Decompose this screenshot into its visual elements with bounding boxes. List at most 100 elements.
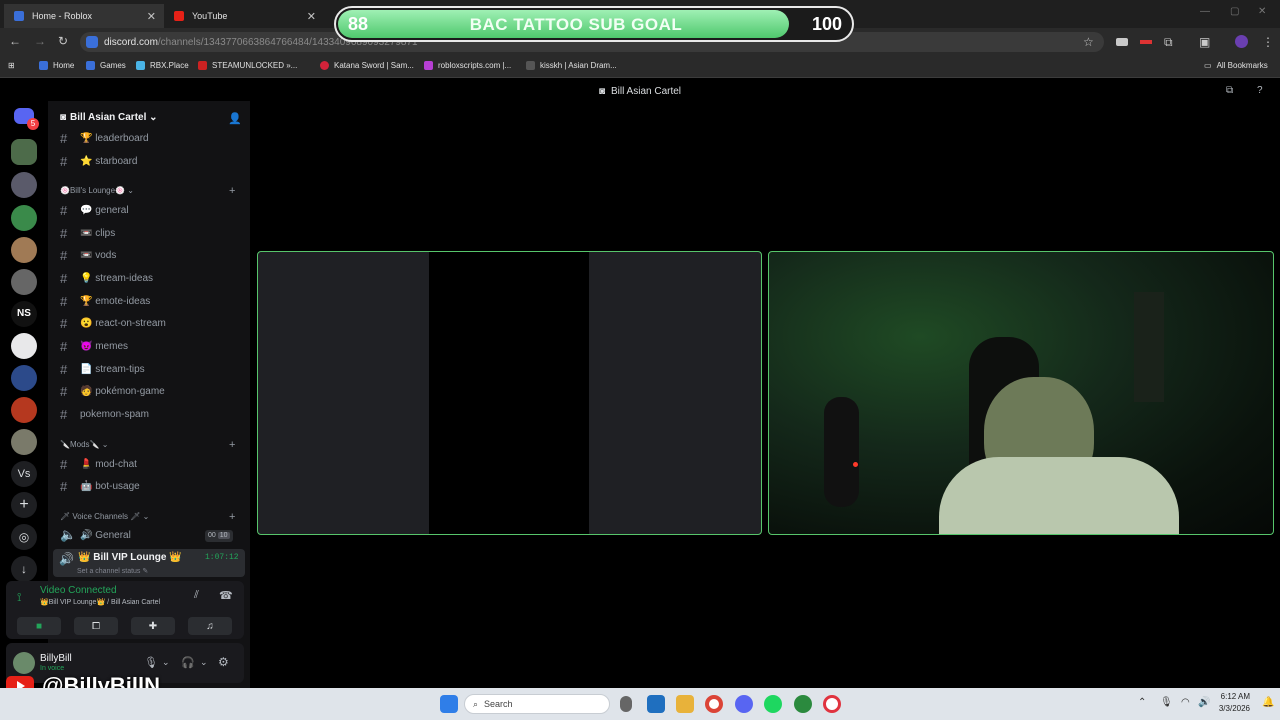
extension-red-icon[interactable] — [1140, 40, 1152, 44]
channel-pokemon-spam[interactable]: # pokemon-spam — [60, 405, 149, 423]
all-bookmarks[interactable]: ▭ All Bookmarks — [1204, 61, 1268, 70]
bookmark-robloxscripts[interactable]: robloxscripts.com |... — [424, 61, 511, 70]
video-tile-screenshare[interactable] — [257, 251, 762, 535]
activities-button[interactable]: ✚ — [131, 617, 175, 635]
tab-roblox[interactable]: Home - Roblox ✕ — [4, 4, 164, 28]
chrome-icon[interactable] — [705, 695, 723, 713]
close-window-icon[interactable]: ✕ — [1258, 6, 1266, 17]
chevron-down-icon[interactable]: ⌄ — [162, 657, 170, 668]
server-icon-bill-asian-cartel[interactable] — [11, 139, 37, 165]
extension-icon[interactable] — [1116, 38, 1128, 46]
channel-react-on-stream[interactable]: # 😮 react-on-stream — [60, 314, 166, 332]
server-icon[interactable] — [11, 429, 37, 455]
extensions-puzzle-icon[interactable]: ⧉ — [1164, 35, 1173, 50]
channel-leaderboard[interactable]: # 🏆 leaderboard — [60, 129, 149, 147]
server-name-header[interactable]: ◙ Bill Asian Cartel ⌄ — [60, 112, 158, 123]
bookmark-games[interactable]: Games — [86, 61, 126, 70]
tray-chevron-icon[interactable]: ⌃ — [1138, 697, 1146, 708]
category-bills-lounge[interactable]: 🍥Bill's Lounge🍥 ⌄ — [60, 186, 134, 195]
video-connected-status[interactable]: Video Connected — [40, 585, 117, 596]
notification-bell-icon[interactable]: 🔔 — [1262, 697, 1274, 708]
add-server-icon[interactable]: + — [11, 492, 37, 518]
channel-starboard[interactable]: # ⭐ starboard — [60, 152, 137, 170]
opera-icon[interactable] — [823, 695, 841, 713]
back-icon[interactable]: ← — [9, 34, 21, 48]
channel-stream-ideas[interactable]: # 💡 stream-ideas — [60, 269, 153, 287]
reload-icon[interactable]: ↻ — [58, 34, 68, 48]
invite-people-icon[interactable]: 👤 — [228, 112, 242, 125]
minimize-icon[interactable]: — — [1200, 6, 1210, 17]
menu-kebab-icon[interactable]: ⋮ — [1262, 35, 1274, 49]
chevron-down-icon[interactable]: ⌄ — [200, 657, 208, 668]
bookmark-kisskh[interactable]: kisskh | Asian Dram... — [526, 61, 617, 70]
start-icon[interactable] — [440, 695, 458, 713]
bookmark-home[interactable]: Home — [39, 61, 74, 70]
bookmark-steamunlocked[interactable]: STEAMUNLOCKED »... — [198, 61, 297, 70]
server-icon[interactable] — [11, 172, 37, 198]
screen-share-button[interactable]: ⧠ — [74, 617, 118, 635]
popout-icon[interactable]: ⧉ — [1226, 85, 1233, 96]
settings-gear-icon[interactable]: ⚙ — [218, 655, 229, 669]
server-icon-ns[interactable]: NS — [11, 301, 37, 327]
server-icon[interactable] — [11, 365, 37, 391]
headphones-icon[interactable]: 🎧 — [181, 656, 195, 669]
channel-general[interactable]: # 💬 general — [60, 201, 129, 219]
app-icon[interactable] — [647, 695, 665, 713]
channel-stream-tips[interactable]: # 📄 stream-tips — [60, 360, 145, 378]
download-icon[interactable]: ↓ — [11, 556, 37, 582]
maximize-icon[interactable]: ▢ — [1230, 6, 1239, 17]
server-icon-vs[interactable]: Vs — [11, 461, 37, 487]
camera-button[interactable]: ■ — [17, 617, 61, 635]
app-icon[interactable] — [794, 695, 812, 713]
video-tile-webcam[interactable] — [768, 251, 1274, 535]
add-channel-icon[interactable]: + — [229, 439, 235, 451]
add-channel-icon[interactable]: + — [229, 511, 235, 523]
microphone-tray-icon[interactable]: 🎙 — [1160, 697, 1173, 708]
server-icon[interactable] — [11, 333, 37, 359]
channel-pokemon-game[interactable]: # 🧑 pokémon-game — [60, 382, 165, 400]
channel-bot-usage[interactable]: # 🤖 bot-usage — [60, 477, 140, 495]
category-mods[interactable]: 🔪Mods🔪 ⌄ — [60, 440, 108, 449]
spotify-icon[interactable] — [764, 695, 782, 713]
server-icon[interactable] — [11, 205, 37, 231]
disconnect-icon[interactable]: ☎ — [219, 589, 233, 602]
task-view-icon[interactable] — [620, 696, 632, 712]
bookmark-katana[interactable]: Katana Sword | Sam... — [320, 61, 414, 70]
close-icon[interactable]: ✕ — [147, 10, 156, 23]
channel-status-prompt[interactable]: Set a channel status ✎ — [77, 567, 148, 575]
discover-icon[interactable]: ◎ — [11, 524, 37, 550]
channel-vods[interactable]: # 📼 vods — [60, 246, 116, 264]
forward-icon[interactable]: → — [34, 34, 46, 48]
apps-grid-icon[interactable]: ⊞ — [8, 61, 15, 70]
add-channel-icon[interactable]: + — [229, 185, 235, 197]
server-icon[interactable] — [11, 237, 37, 263]
volume-icon[interactable]: 🔊 — [1198, 697, 1210, 708]
site-info-icon[interactable] — [86, 36, 98, 48]
bookmark-rbxplace[interactable]: RBX.Place — [136, 61, 189, 70]
taskbar-search[interactable]: ⌕ Search — [464, 694, 610, 714]
taskbar-time[interactable]: 6:12 AM — [1218, 692, 1250, 701]
microphone-icon[interactable]: 🎙 — [144, 656, 158, 669]
avatar[interactable] — [13, 652, 35, 674]
channel-emote-ideas[interactable]: # 🏆 emote-ideas — [60, 292, 150, 310]
bookmark-star-icon[interactable]: ☆ — [1083, 35, 1094, 49]
channel-mod-chat[interactable]: # 💄 mod-chat — [60, 455, 137, 473]
wifi-icon[interactable]: ◠ — [1181, 697, 1190, 708]
file-explorer-icon[interactable] — [676, 695, 694, 713]
username[interactable]: BillyBill — [40, 653, 72, 664]
channel-memes[interactable]: # 😈 memes — [60, 337, 128, 355]
taskbar-date[interactable]: 3/3/2026 — [1218, 704, 1250, 713]
server-icon[interactable] — [11, 269, 37, 295]
category-voice-channels[interactable]: 🗡 Voice Channels 🗡 ⌄ — [60, 512, 149, 521]
server-icon[interactable] — [11, 397, 37, 423]
close-icon[interactable]: ✕ — [307, 10, 316, 23]
soundboard-button[interactable]: ♫ — [188, 617, 232, 635]
help-icon[interactable]: ? — [1257, 85, 1263, 96]
voice-channel-general[interactable]: 🔈 🔊 General — [60, 526, 131, 544]
noise-suppression-icon[interactable]: ⫽ — [194, 589, 199, 602]
discord-icon[interactable] — [735, 695, 753, 713]
channel-clips[interactable]: # 📼 clips — [60, 224, 115, 242]
profile-avatar[interactable] — [1235, 35, 1248, 48]
voice-location[interactable]: 👑Bill VIP Lounge👑 / Bill Asian Cartel — [40, 598, 160, 606]
tab-youtube[interactable]: YouTube ✕ — [164, 4, 324, 28]
